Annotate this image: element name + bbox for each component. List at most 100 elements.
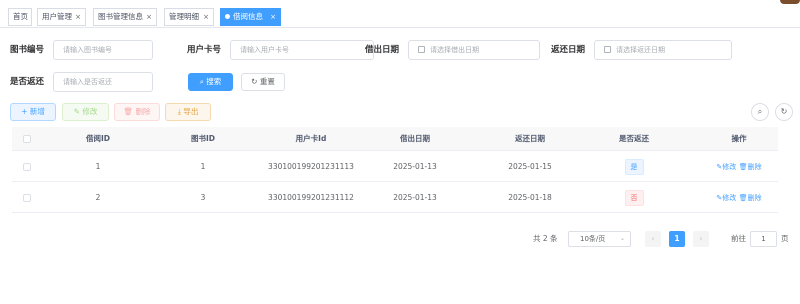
plus-icon: + <box>21 107 28 116</box>
tag-user-management[interactable]: 用户管理 × <box>37 8 86 26</box>
status-badge: 否 <box>624 190 644 206</box>
placeholder: 请选择借出日期 <box>430 46 479 54</box>
returned-cell: 否 <box>584 183 684 213</box>
chevron-left-icon: ‹ <box>651 234 655 243</box>
column-header[interactable]: 是否返还 <box>584 127 684 151</box>
table-header: 借阅ID 图书ID 用户卡Id 借出日期 返还日期 是否返还 操作 <box>12 127 778 151</box>
book-id-cell: 3 <box>200 193 206 202</box>
delete-button-label: 删除 <box>135 107 151 116</box>
row-edit-link[interactable]: ✎修改 <box>716 163 736 171</box>
tag-label: 首页 <box>13 12 28 21</box>
card-label: 用户卡号 <box>187 45 222 55</box>
trash-icon: 🗑 <box>738 194 748 202</box>
table-row[interactable]: 1 1 330100199201231113 2025-01-13 2025-0… <box>12 152 778 182</box>
column-header[interactable]: 借阅ID <box>48 127 148 151</box>
status-badge: 是 <box>624 159 644 175</box>
close-icon[interactable]: × <box>75 9 81 25</box>
page-size-select[interactable]: 10条/页 ⌄ <box>568 231 631 247</box>
page-number-current[interactable]: 1 <box>669 231 685 247</box>
placeholder: 请输入用户卡号 <box>240 46 289 54</box>
row-edit-link[interactable]: ✎修改 <box>716 194 736 202</box>
returned-label: 是否返还 <box>10 77 45 87</box>
column-header[interactable]: 返还日期 <box>480 127 580 151</box>
edit-button[interactable]: ✎ 修改 <box>62 103 109 121</box>
borrow-date-cell: 2025-01-13 <box>393 193 437 202</box>
returned-input[interactable]: 请输入是否返还 <box>53 72 153 92</box>
search-button[interactable]: ⌕ 搜索 <box>188 73 233 91</box>
export-button-label: 导出 <box>183 107 199 116</box>
borrow-date-label: 借出日期 <box>365 45 400 55</box>
column-header: 操作 <box>731 134 747 143</box>
trash-icon: 🗑 <box>738 163 748 171</box>
row-delete-link[interactable]: 🗑删除 <box>739 194 762 202</box>
active-dot-icon <box>225 14 230 19</box>
toggle-search-button[interactable]: ⌕ <box>751 103 769 121</box>
close-icon[interactable]: × <box>146 9 152 25</box>
table-row[interactable]: 2 3 330100199201231112 2025-01-13 2025-0… <box>12 183 778 213</box>
borrow-date-cell: 2025-01-13 <box>393 162 437 171</box>
column-header[interactable]: 用户卡Id <box>261 127 361 151</box>
actions-cell: ✎修改 🗑删除 <box>689 183 789 213</box>
placeholder: 请输入图书编号 <box>63 46 112 54</box>
goto-suffix: 页 <box>781 234 789 243</box>
row-checkbox[interactable] <box>23 194 31 202</box>
borrow-id-cell: 2 <box>95 193 101 202</box>
pagination-total: 共 2 条 <box>533 234 558 243</box>
row-checkbox[interactable] <box>23 163 31 171</box>
column-header[interactable]: 借出日期 <box>365 127 465 151</box>
next-page-button[interactable]: › <box>693 231 709 247</box>
return-date-picker[interactable]: 请选择返还日期 <box>594 40 732 60</box>
tag-book-info[interactable]: 图书管理信息 × <box>93 8 157 26</box>
chevron-right-icon: › <box>699 234 703 243</box>
returned-cell: 是 <box>584 152 684 182</box>
tags-view-bar: 首页 用户管理 × 图书管理信息 × 管理明细 × 借阅信息 × <box>0 0 800 28</box>
borrow-id-cell: 1 <box>95 162 101 171</box>
avatar[interactable] <box>780 0 800 4</box>
refresh-icon: ↻ <box>251 77 258 86</box>
row-delete-label: 删除 <box>747 194 762 202</box>
row-edit-label: 修改 <box>722 194 737 202</box>
trash-icon: 🗑 <box>123 107 134 116</box>
close-icon[interactable]: × <box>270 9 276 25</box>
calendar-icon <box>604 46 611 53</box>
book-id-cell: 1 <box>200 162 206 171</box>
add-button-label: 新增 <box>29 107 45 116</box>
row-delete-link[interactable]: 🗑删除 <box>739 163 762 171</box>
refresh-icon: ↻ <box>780 107 788 116</box>
tag-home[interactable]: 首页 <box>8 8 32 26</box>
card-id-cell: 330100199201231112 <box>268 193 354 202</box>
close-icon[interactable]: × <box>203 9 209 25</box>
placeholder: 请输入是否返还 <box>63 78 112 86</box>
chevron-down-icon: ⌄ <box>619 235 625 242</box>
select-all-checkbox[interactable] <box>23 135 31 143</box>
tag-label: 用户管理 <box>42 12 72 21</box>
tag-management-detail[interactable]: 管理明细 × <box>164 8 214 26</box>
reset-button[interactable]: ↻ 重置 <box>241 73 285 91</box>
refresh-button[interactable]: ↻ <box>775 103 793 121</box>
column-header[interactable]: 图书ID <box>153 127 253 151</box>
return-date-label: 返还日期 <box>551 45 586 55</box>
tag-borrow-info[interactable]: 借阅信息 × <box>220 8 281 26</box>
card-id-cell: 330100199201231113 <box>268 162 354 171</box>
borrow-date-picker[interactable]: 请选择借出日期 <box>408 40 540 60</box>
page-size-value: 10条/页 <box>580 235 606 243</box>
search-icon: ⌕ <box>757 107 763 116</box>
delete-button[interactable]: 🗑 删除 <box>114 103 160 121</box>
placeholder: 请选择返还日期 <box>616 46 665 54</box>
row-edit-label: 修改 <box>722 163 737 171</box>
calendar-icon <box>418 46 425 53</box>
tag-label: 图书管理信息 <box>98 12 143 21</box>
tag-label: 借阅信息 <box>233 12 263 21</box>
card-input[interactable]: 请输入用户卡号 <box>230 40 374 60</box>
row-delete-label: 删除 <box>747 163 762 171</box>
book-id-label: 图书编号 <box>10 45 45 55</box>
actions-cell: ✎修改 🗑删除 <box>689 152 789 182</box>
book-id-input[interactable]: 请输入图书编号 <box>53 40 153 60</box>
search-icon: ⌕ <box>199 77 204 86</box>
edit-button-label: 修改 <box>82 107 98 116</box>
export-button[interactable]: ⤓ 导出 <box>165 103 211 121</box>
add-button[interactable]: + 新增 <box>10 103 56 121</box>
borrow-info-page: 首页 用户管理 × 图书管理信息 × 管理明细 × 借阅信息 × 图书编号 请输… <box>0 0 800 304</box>
goto-page-input[interactable]: 1 <box>750 231 777 247</box>
prev-page-button[interactable]: ‹ <box>645 231 661 247</box>
